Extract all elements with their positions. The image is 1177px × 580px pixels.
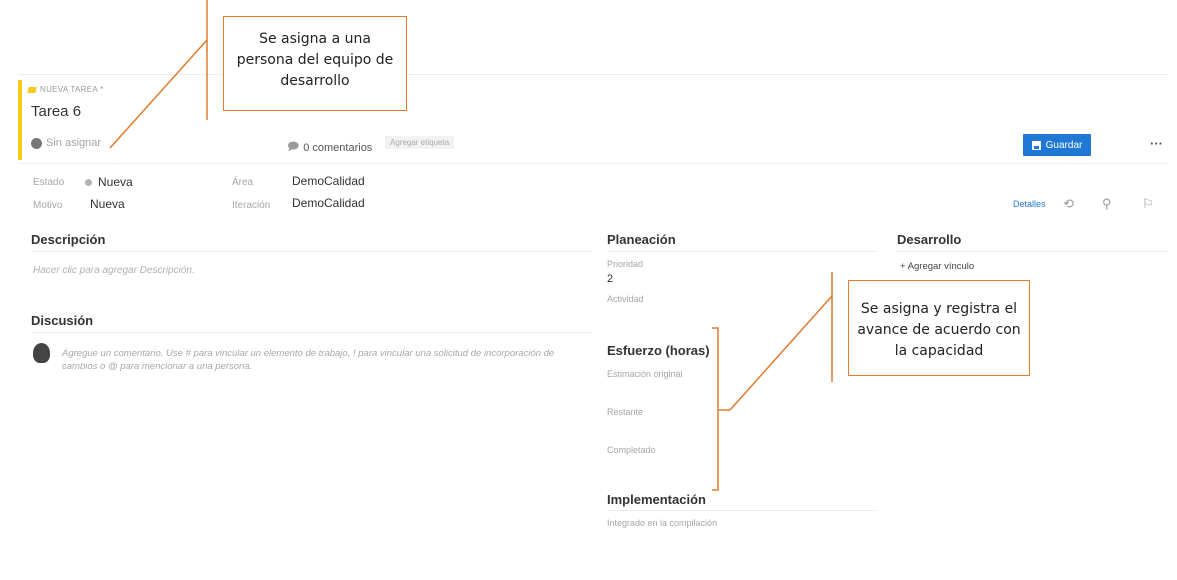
annotation-bracket-effort bbox=[712, 327, 719, 491]
annotation-assign-callout: Se asigna a una persona del equipo de de… bbox=[223, 16, 407, 111]
annotation-effort-callout: Se asigna y registra el avance de acuerd… bbox=[848, 280, 1030, 376]
annotation-pointer-right bbox=[729, 295, 833, 411]
annotation-pointer-top bbox=[109, 39, 208, 149]
